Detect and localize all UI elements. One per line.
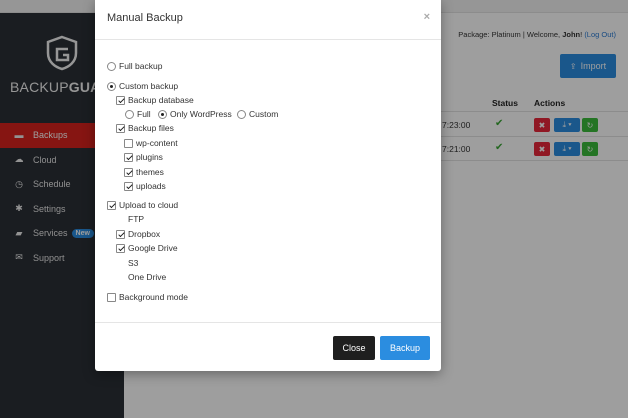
option-label: Full [137,109,151,119]
cloud-s3-checkbox[interactable]: S3 [116,258,138,268]
file-wp-content-checkbox[interactable]: wp-content [124,138,178,148]
checkbox-indicator[interactable] [116,123,125,133]
option-label: Backup files [128,123,174,133]
db-only-wordpress-radio[interactable]: Only WordPress [158,109,232,119]
checkbox-indicator[interactable] [116,243,125,253]
modal-body: Full backup Custom backup Backup databas… [95,41,441,322]
modal-header: Manual Backup × [95,0,441,40]
checkbox-indicator[interactable] [116,95,125,105]
radio-indicator[interactable] [237,109,246,119]
backup-files-checkbox[interactable]: Backup files [116,123,174,133]
radio-indicator[interactable] [158,109,167,119]
radio-indicator[interactable] [107,81,116,91]
cloud-dropbox-checkbox[interactable]: Dropbox [116,229,160,239]
radio-indicator[interactable] [107,61,116,71]
cloud-one-drive-checkbox[interactable]: One Drive [116,272,166,282]
manual-backup-modal: Manual Backup × Full backup Custom backu… [95,0,441,371]
checkbox-indicator[interactable] [124,181,133,191]
option-label: Only WordPress [170,109,232,119]
option-label: plugins [136,152,163,162]
option-label: uploads [136,181,166,191]
checkbox-indicator[interactable] [124,152,133,162]
option-label: One Drive [128,272,167,282]
cloud-google-drive-checkbox[interactable]: Google Drive [116,243,178,253]
file-themes-checkbox[interactable]: themes [124,167,164,177]
option-label: Background mode [119,292,188,302]
db-full-radio[interactable]: Full [125,109,151,119]
option-label: Upload to cloud [119,200,179,210]
close-button[interactable]: Close [333,336,375,360]
radio-indicator[interactable] [125,109,134,119]
file-plugins-checkbox[interactable]: plugins [124,152,163,162]
option-label: Full backup [119,61,163,71]
option-label: Google Drive [128,243,178,253]
checkbox-indicator[interactable] [124,138,133,148]
checkbox-indicator[interactable] [107,292,116,302]
modal-footer: Close Backup [95,322,441,371]
checkbox-indicator[interactable] [107,200,116,210]
modal-title: Manual Backup [107,12,183,24]
checkbox-indicator[interactable] [124,167,133,177]
option-label: S3 [128,258,139,268]
option-label: themes [136,167,164,177]
backup-button[interactable]: Backup [380,336,430,360]
upload-to-cloud-checkbox[interactable]: Upload to cloud [107,200,178,210]
checkbox-indicator[interactable] [116,229,125,239]
full-backup-radio[interactable]: Full backup [107,61,162,71]
db-custom-radio[interactable]: Custom [237,109,278,119]
option-label: Backup database [128,95,194,105]
option-label: FTP [128,214,145,224]
close-icon[interactable]: × [424,11,430,23]
option-label: wp-content [136,138,178,148]
background-mode-checkbox[interactable]: Background mode [107,292,188,302]
option-label: Custom [249,109,279,119]
custom-backup-radio[interactable]: Custom backup [107,81,178,91]
backup-database-checkbox[interactable]: Backup database [116,95,194,105]
option-label: Custom backup [119,81,179,91]
option-label: Dropbox [128,229,161,239]
cloud-ftp-checkbox[interactable]: FTP [116,214,144,224]
file-uploads-checkbox[interactable]: uploads [124,181,166,191]
